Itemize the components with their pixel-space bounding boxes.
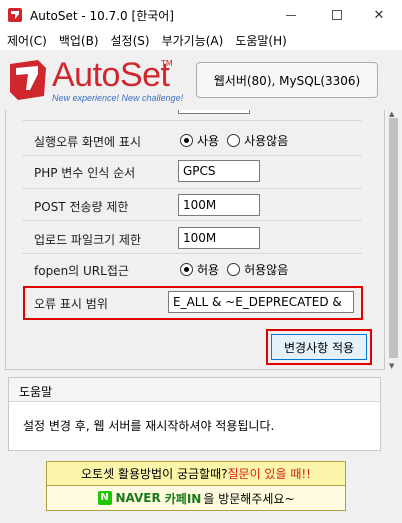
upload-limit-row: 업로드 파일크기 제한 100M	[20, 227, 370, 251]
menu-help[interactable]: 도움말(H)	[230, 30, 294, 50]
banner-visit-text: 을 방문해주세요~	[203, 491, 295, 506]
naver-wordmark: NAVER	[115, 491, 161, 505]
close-icon: ✕	[373, 7, 385, 23]
title-bar: AutoSet - 10.7.0 [한국어] ✕	[0, 0, 402, 30]
row-divider	[22, 120, 362, 121]
radio-on-icon	[180, 134, 193, 147]
menu-settings[interactable]: 설정(S)	[106, 30, 157, 50]
help-text: 설정 변경 후, 웹 서버를 재시작하셔야 적용됩니다.	[23, 419, 275, 433]
error-display-not-use[interactable]: 사용않음	[227, 132, 288, 149]
app-header: AutoSet TM New experience! New challenge…	[0, 50, 402, 110]
app-icon	[8, 8, 22, 22]
error-range-row: 오류 표시 범위 E_ALL & ~E_DEPRECATED &	[20, 291, 370, 315]
fopen-url-radios: 허용 허용않음	[180, 261, 296, 278]
php-var-order-row: PHP 변수 인식 순서 GPCS	[20, 160, 370, 184]
apply-changes-button[interactable]: 변경사항 적용	[271, 334, 367, 360]
php-var-order-input[interactable]: GPCS	[178, 160, 260, 182]
banner-visit: N NAVER 카페IN 을 방문해주세요~	[46, 486, 346, 511]
autoset-logo-icon	[10, 60, 46, 100]
fopen-url-row: fopen의 URL접근 허용 허용않음	[20, 258, 370, 282]
radio-off-icon	[227, 263, 241, 276]
settings-panel: 실행오류 화면에 표시 사용 사용않음 PHP 변수 인식 순서 GPCS PO…	[5, 110, 385, 370]
error-display-row: 실행오류 화면에 표시 사용 사용않음	[20, 129, 370, 153]
menu-control[interactable]: 제어(C)	[2, 30, 54, 50]
logo-trademark: TM	[161, 59, 173, 68]
row-divider	[22, 155, 362, 156]
help-title: 도움말	[9, 378, 380, 402]
maximize-button[interactable]	[314, 0, 360, 30]
error-display-radios: 사용 사용않음	[180, 132, 296, 149]
settings-scrollbar[interactable]: ▲ ▼	[385, 110, 402, 370]
row-divider	[22, 220, 362, 221]
radio-off-icon	[227, 134, 241, 147]
maximize-icon	[332, 10, 342, 20]
menu-bar: 제어(C) 백업(B) 설정(S) 부가기능(A) 도움말(H)	[0, 30, 402, 50]
scroll-down-arrow-icon[interactable]: ▼	[389, 362, 394, 370]
clipped-field	[178, 110, 250, 114]
radio-on-icon	[180, 263, 193, 276]
error-display-use[interactable]: 사용	[180, 132, 219, 149]
banner-question-part2: 질문이 있을 때!!	[227, 467, 311, 481]
menu-backup[interactable]: 백업(B)	[54, 30, 106, 50]
minimize-button[interactable]	[268, 0, 314, 30]
post-limit-label: POST 전송량 제한	[34, 200, 129, 214]
logo-slogan: New experience! New challenge!	[52, 93, 184, 103]
fopen-url-deny[interactable]: 허용않음	[227, 261, 288, 278]
naver-cafe-banner[interactable]: 오토셋 활용방법이 궁금할때? 질문이 있을 때!! N NAVER 카페IN …	[46, 461, 346, 511]
scroll-thumb[interactable]	[389, 118, 398, 358]
row-divider	[22, 253, 362, 254]
post-limit-row: POST 전송량 제한 100M	[20, 194, 370, 218]
help-box: 도움말 설정 변경 후, 웹 서버를 재시작하셔야 적용됩니다.	[8, 377, 381, 451]
menu-addons[interactable]: 부가기능(A)	[157, 30, 231, 50]
banner-question: 오토셋 활용방법이 궁금할때? 질문이 있을 때!!	[46, 461, 346, 486]
logo-text: AutoSet	[52, 56, 170, 94]
window-title: AutoSet - 10.7.0 [한국어]	[30, 9, 174, 23]
error-range-label: 오류 표시 범위	[34, 297, 108, 311]
scroll-up-arrow-icon[interactable]: ▲	[389, 110, 394, 118]
minimize-icon	[286, 14, 296, 16]
close-button[interactable]: ✕	[356, 0, 402, 30]
row-divider	[22, 188, 362, 189]
banner-question-part1: 오토셋 활용방법이 궁금할때?	[81, 467, 228, 481]
upload-limit-label: 업로드 파일크기 제한	[34, 233, 141, 247]
error-display-label: 실행오류 화면에 표시	[34, 135, 141, 149]
server-status-button[interactable]: 웹서버(80), MySQL(3306)	[196, 62, 378, 98]
error-range-input[interactable]: E_ALL & ~E_DEPRECATED &	[168, 291, 354, 313]
fopen-url-allow[interactable]: 허용	[180, 261, 219, 278]
upload-limit-input[interactable]: 100M	[178, 227, 260, 249]
php-var-order-label: PHP 변수 인식 순서	[34, 166, 136, 180]
fopen-url-label: fopen의 URL접근	[34, 264, 129, 278]
naver-logo-icon: N	[97, 491, 112, 505]
post-limit-input[interactable]: 100M	[178, 194, 260, 216]
cafe-wordmark: 카페IN	[164, 491, 202, 506]
